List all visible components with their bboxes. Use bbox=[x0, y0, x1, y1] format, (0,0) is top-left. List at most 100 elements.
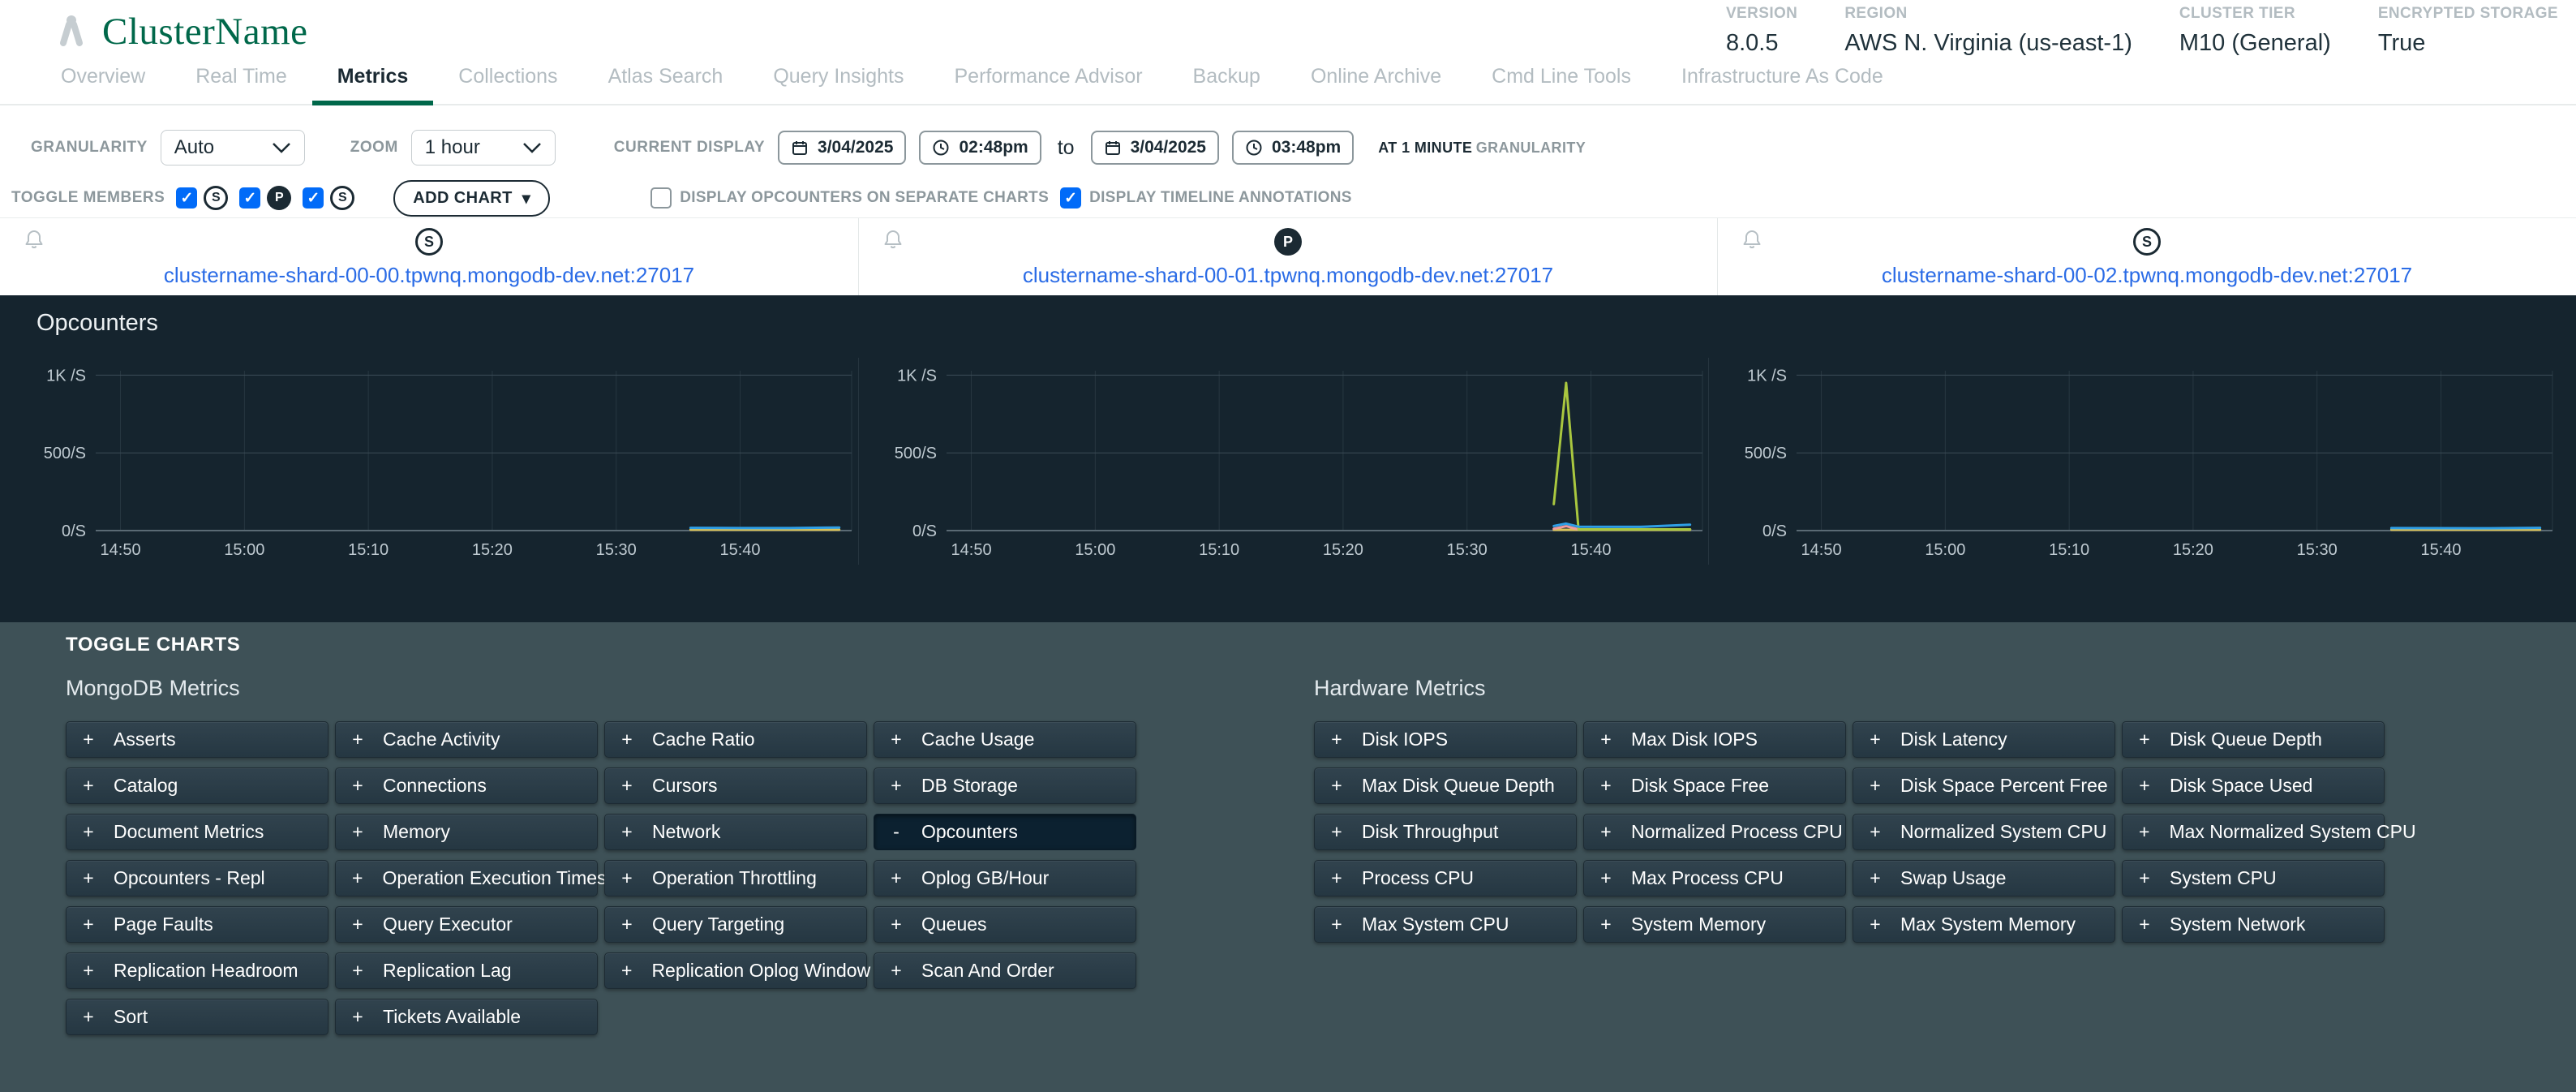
tab-overview[interactable]: Overview bbox=[36, 65, 170, 105]
metric-toggle-system-network[interactable]: +System Network bbox=[2122, 906, 2385, 943]
cluster-header: ClusterName VERSION 8.0.5 REGION AWS N. … bbox=[0, 0, 2576, 65]
metric-toggle-max-system-memory[interactable]: +Max System Memory bbox=[1853, 906, 2115, 943]
member-2-checkbox[interactable]: ✓ bbox=[303, 187, 324, 209]
from-date-input[interactable]: 3/04/2025 bbox=[778, 131, 906, 165]
metric-toggle-swap-usage[interactable]: +Swap Usage bbox=[1853, 860, 2115, 896]
plus-icon: + bbox=[83, 1006, 94, 1028]
metric-toggle-cursors[interactable]: +Cursors bbox=[604, 767, 867, 804]
chart-canvas-1[interactable]: 0/S500/S1K /S14:5015:0015:1015:2015:3015… bbox=[859, 358, 1709, 561]
tab-infrastructure-as-code[interactable]: Infrastructure As Code bbox=[1656, 65, 1908, 105]
metric-label: Cache Ratio bbox=[652, 729, 755, 750]
zoom-select[interactable]: 1 hour bbox=[411, 130, 556, 166]
display-timeline-annotations-option[interactable]: ✓ DISPLAY TIMELINE ANNOTATIONS bbox=[1060, 187, 1352, 209]
metric-toggle-page-faults[interactable]: +Page Faults bbox=[66, 906, 328, 943]
from-time-input[interactable]: 02:48pm bbox=[919, 131, 1041, 165]
tab-query-insights[interactable]: Query Insights bbox=[748, 65, 929, 105]
metric-label: Asserts bbox=[114, 729, 176, 750]
to-time-input[interactable]: 03:48pm bbox=[1232, 131, 1354, 165]
metric-toggle-operation-execution-times[interactable]: +Operation Execution Times bbox=[335, 860, 598, 896]
x-tick-label: 15:00 bbox=[224, 541, 264, 559]
metric-toggle-opcounters[interactable]: -Opcounters bbox=[874, 814, 1136, 850]
from-date-value: 3/04/2025 bbox=[818, 138, 893, 157]
metric-toggle-system-cpu[interactable]: +System CPU bbox=[2122, 860, 2385, 896]
metric-toggle-disk-queue-depth[interactable]: +Disk Queue Depth bbox=[2122, 721, 2385, 758]
shard-panel-0: Sclustername-shard-00-00.tpwnq.mongodb-d… bbox=[0, 218, 858, 295]
chart-canvas-2[interactable]: 0/S500/S1K /S14:5015:0015:1015:2015:3015… bbox=[1709, 358, 2559, 561]
shard-center-1: Pclustername-shard-00-01.tpwnq.mongodb-d… bbox=[859, 228, 1717, 288]
metric-label: Cache Usage bbox=[921, 729, 1034, 750]
to-date-value: 3/04/2025 bbox=[1131, 138, 1206, 157]
tab-backup[interactable]: Backup bbox=[1168, 65, 1286, 105]
tab-collections[interactable]: Collections bbox=[433, 65, 582, 105]
metric-toggle-asserts[interactable]: +Asserts bbox=[66, 721, 328, 758]
cluster-stats: VERSION 8.0.5 REGION AWS N. Virginia (us… bbox=[1726, 5, 2558, 57]
metric-toggle-system-memory[interactable]: +System Memory bbox=[1583, 906, 1846, 943]
metric-toggle-scan-and-order[interactable]: +Scan And Order bbox=[874, 952, 1136, 989]
tab-metrics[interactable]: Metrics bbox=[312, 65, 434, 105]
display-timeline-annotations-checkbox[interactable]: ✓ bbox=[1060, 187, 1081, 209]
metric-toggle-cache-activity[interactable]: +Cache Activity bbox=[335, 721, 598, 758]
metric-toggle-catalog[interactable]: +Catalog bbox=[66, 767, 328, 804]
metric-toggle-max-system-cpu[interactable]: +Max System CPU bbox=[1314, 906, 1577, 943]
mongodb-metrics-group: MongoDB Metrics +Asserts+Cache Activity+… bbox=[66, 676, 1144, 1035]
metric-toggle-queues[interactable]: +Queues bbox=[874, 906, 1136, 943]
tab-cmd-line-tools[interactable]: Cmd Line Tools bbox=[1466, 65, 1656, 105]
display-opcounters-separate-option[interactable]: DISPLAY OPCOUNTERS ON SEPARATE CHARTS bbox=[650, 187, 1049, 209]
shard-host-link-0[interactable]: clustername-shard-00-00.tpwnq.mongodb-de… bbox=[164, 263, 694, 288]
metric-toggle-replication-lag[interactable]: +Replication Lag bbox=[335, 952, 598, 989]
metric-toggle-normalized-system-cpu[interactable]: +Normalized System CPU bbox=[1853, 814, 2115, 850]
calendar-icon bbox=[1104, 139, 1122, 157]
plus-icon: + bbox=[352, 775, 363, 797]
chart-canvas-0[interactable]: 0/S500/S1K /S14:5015:0015:1015:2015:3015… bbox=[8, 358, 858, 561]
shard-host-link-1[interactable]: clustername-shard-00-01.tpwnq.mongodb-de… bbox=[1023, 263, 1553, 288]
metric-label: Disk Space Percent Free bbox=[1900, 775, 2108, 797]
granularity-select[interactable]: Auto bbox=[161, 130, 305, 166]
metric-toggle-max-disk-queue-depth[interactable]: +Max Disk Queue Depth bbox=[1314, 767, 1577, 804]
tab-performance-advisor[interactable]: Performance Advisor bbox=[930, 65, 1168, 105]
plus-icon: + bbox=[1600, 867, 1612, 889]
metric-toggle-max-disk-iops[interactable]: +Max Disk IOPS bbox=[1583, 721, 1846, 758]
nav-tabs: OverviewReal TimeMetricsCollectionsAtlas… bbox=[0, 65, 2576, 105]
metric-label: Page Faults bbox=[114, 914, 213, 935]
metric-toggle-network[interactable]: +Network bbox=[604, 814, 867, 850]
metric-toggle-opcounters-repl[interactable]: +Opcounters - Repl bbox=[66, 860, 328, 896]
metric-label: Swap Usage bbox=[1900, 867, 2006, 889]
member-0-checkbox[interactable]: ✓ bbox=[176, 187, 197, 209]
metric-toggle-disk-space-free[interactable]: +Disk Space Free bbox=[1583, 767, 1846, 804]
metric-toggle-normalized-process-cpu[interactable]: +Normalized Process CPU bbox=[1583, 814, 1846, 850]
metric-toggle-max-normalized-system-cpu[interactable]: +Max Normalized System CPU bbox=[2122, 814, 2385, 850]
metric-toggle-document-metrics[interactable]: +Document Metrics bbox=[66, 814, 328, 850]
metric-toggle-query-targeting[interactable]: +Query Targeting bbox=[604, 906, 867, 943]
plus-icon: + bbox=[1870, 729, 1881, 750]
metric-toggle-cache-usage[interactable]: +Cache Usage bbox=[874, 721, 1136, 758]
tab-real-time[interactable]: Real Time bbox=[170, 65, 312, 105]
metric-toggle-tickets-available[interactable]: +Tickets Available bbox=[335, 999, 598, 1035]
stat-label: VERSION bbox=[1726, 5, 1797, 23]
metric-toggle-disk-space-used[interactable]: +Disk Space Used bbox=[2122, 767, 2385, 804]
display-opcounters-separate-checkbox[interactable] bbox=[650, 187, 672, 209]
metric-toggle-operation-throttling[interactable]: +Operation Throttling bbox=[604, 860, 867, 896]
metric-toggle-replication-oplog-window[interactable]: +Replication Oplog Window bbox=[604, 952, 867, 989]
metric-toggle-disk-throughput[interactable]: +Disk Throughput bbox=[1314, 814, 1577, 850]
metric-label: Opcounters bbox=[921, 821, 1018, 843]
metric-toggle-sort[interactable]: +Sort bbox=[66, 999, 328, 1035]
metric-toggle-disk-iops[interactable]: +Disk IOPS bbox=[1314, 721, 1577, 758]
tab-atlas-search[interactable]: Atlas Search bbox=[583, 65, 749, 105]
to-date-input[interactable]: 3/04/2025 bbox=[1091, 131, 1219, 165]
metric-toggle-query-executor[interactable]: +Query Executor bbox=[335, 906, 598, 943]
add-chart-button[interactable]: ADD CHART ▾ bbox=[393, 180, 550, 217]
shard-center-0: Sclustername-shard-00-00.tpwnq.mongodb-d… bbox=[0, 228, 858, 288]
metric-toggle-oplog-gb-hour[interactable]: +Oplog GB/Hour bbox=[874, 860, 1136, 896]
metric-toggle-connections[interactable]: +Connections bbox=[335, 767, 598, 804]
metric-toggle-cache-ratio[interactable]: +Cache Ratio bbox=[604, 721, 867, 758]
metric-toggle-db-storage[interactable]: +DB Storage bbox=[874, 767, 1136, 804]
shard-host-link-2[interactable]: clustername-shard-00-02.tpwnq.mongodb-de… bbox=[1882, 263, 2412, 288]
member-1-checkbox[interactable]: ✓ bbox=[239, 187, 260, 209]
tab-online-archive[interactable]: Online Archive bbox=[1286, 65, 1466, 105]
metric-toggle-disk-space-percent-free[interactable]: +Disk Space Percent Free bbox=[1853, 767, 2115, 804]
metric-toggle-max-process-cpu[interactable]: +Max Process CPU bbox=[1583, 860, 1846, 896]
metric-toggle-process-cpu[interactable]: +Process CPU bbox=[1314, 860, 1577, 896]
metric-toggle-disk-latency[interactable]: +Disk Latency bbox=[1853, 721, 2115, 758]
metric-toggle-replication-headroom[interactable]: +Replication Headroom bbox=[66, 952, 328, 989]
metric-toggle-memory[interactable]: +Memory bbox=[335, 814, 598, 850]
